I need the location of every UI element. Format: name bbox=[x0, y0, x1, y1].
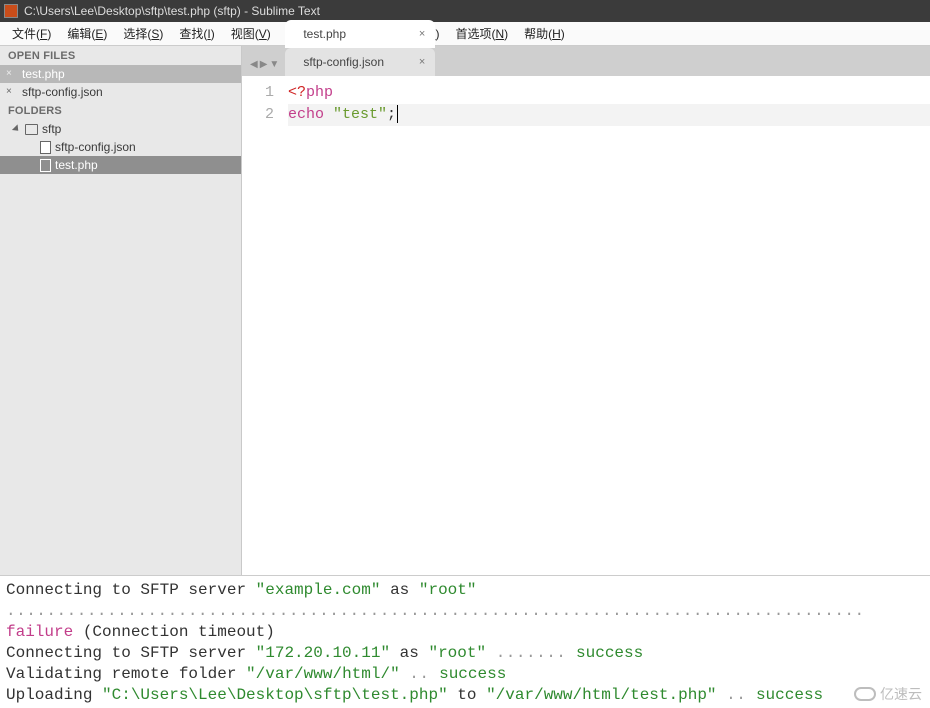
tab-bar: ◀ ▶ ▼ test.php×sftp-config.json× bbox=[242, 46, 930, 76]
console-line: Uploading "C:\Users\Lee\Desktop\sftp\tes… bbox=[6, 685, 924, 706]
editor-body[interactable]: 12 <?phpecho "test"; bbox=[242, 76, 930, 575]
window-title: C:\Users\Lee\Desktop\sftp\test.php (sftp… bbox=[24, 4, 320, 18]
tab-label: sftp-config.json bbox=[303, 55, 384, 69]
open-file-label: test.php bbox=[22, 67, 65, 81]
file-icon bbox=[40, 141, 51, 154]
close-icon[interactable]: × bbox=[6, 68, 12, 79]
menu-s[interactable]: 选择(S) bbox=[115, 22, 171, 45]
console-line: Connecting to SFTP server "172.20.10.11"… bbox=[6, 643, 924, 664]
close-icon[interactable]: × bbox=[419, 28, 425, 40]
file-item[interactable]: sftp-config.json bbox=[0, 138, 241, 156]
code-line[interactable]: <?php bbox=[288, 82, 930, 104]
folder-label: sftp bbox=[42, 122, 61, 136]
code-area[interactable]: <?phpecho "test"; bbox=[284, 76, 930, 575]
line-number: 1 bbox=[242, 82, 274, 104]
menu-e[interactable]: 编辑(E) bbox=[59, 22, 115, 45]
file-item[interactable]: test.php bbox=[0, 156, 241, 174]
titlebar: C:\Users\Lee\Desktop\sftp\test.php (sftp… bbox=[0, 0, 930, 22]
line-number: 2 bbox=[242, 104, 274, 126]
tab-label: test.php bbox=[303, 27, 346, 41]
tab-menu-icon[interactable]: ▼ bbox=[269, 59, 279, 70]
chevron-down-icon bbox=[12, 124, 21, 133]
sidebar: OPEN FILES × test.php × sftp-config.json FO… bbox=[0, 46, 242, 575]
open-file-item[interactable]: × test.php bbox=[0, 65, 241, 83]
open-files-header: OPEN FILES bbox=[0, 46, 241, 65]
tab[interactable]: sftp-config.json × bbox=[285, 48, 435, 76]
menu-f[interactable]: 文件(F) bbox=[4, 22, 59, 45]
console-line: Connecting to SFTP server "example.com" … bbox=[6, 580, 924, 643]
open-file-label: sftp-config.json bbox=[22, 85, 103, 99]
file-label: test.php bbox=[55, 158, 98, 172]
tab[interactable]: test.php × bbox=[285, 20, 435, 48]
app-icon bbox=[4, 4, 18, 18]
main-area: OPEN FILES × test.php × sftp-config.json FO… bbox=[0, 46, 930, 575]
menubar: 文件(F)编辑(E)选择(S)查找(I)视图(V)跳转(G)工具(T)项目(P)… bbox=[0, 22, 930, 46]
tab-next-icon[interactable]: ▶ bbox=[260, 59, 268, 70]
open-file-item[interactable]: × sftp-config.json bbox=[0, 83, 241, 101]
code-line[interactable]: echo "test"; bbox=[288, 104, 930, 126]
editor-column: ◀ ▶ ▼ test.php×sftp-config.json× 12 <?ph… bbox=[242, 46, 930, 575]
menu-v[interactable]: 视图(V) bbox=[223, 22, 279, 45]
menu-n[interactable]: 首选项(N) bbox=[447, 22, 516, 45]
folder-icon bbox=[25, 124, 38, 135]
folders-header: FOLDERS bbox=[0, 101, 241, 120]
tab-nav: ◀ ▶ ▼ bbox=[250, 59, 285, 76]
menu-i[interactable]: 查找(I) bbox=[171, 22, 222, 45]
close-icon[interactable]: × bbox=[419, 56, 425, 68]
gutter: 12 bbox=[242, 76, 284, 575]
console-line: Validating remote folder "/var/www/html/… bbox=[6, 664, 924, 685]
close-icon[interactable]: × bbox=[6, 86, 12, 97]
file-icon bbox=[40, 159, 51, 172]
console-panel[interactable]: Connecting to SFTP server "example.com" … bbox=[0, 575, 930, 708]
menu-h[interactable]: 帮助(H) bbox=[516, 22, 573, 45]
tab-prev-icon[interactable]: ◀ bbox=[250, 59, 258, 70]
file-label: sftp-config.json bbox=[55, 140, 136, 154]
text-cursor bbox=[397, 105, 398, 123]
folder-root[interactable]: sftp bbox=[0, 120, 241, 138]
